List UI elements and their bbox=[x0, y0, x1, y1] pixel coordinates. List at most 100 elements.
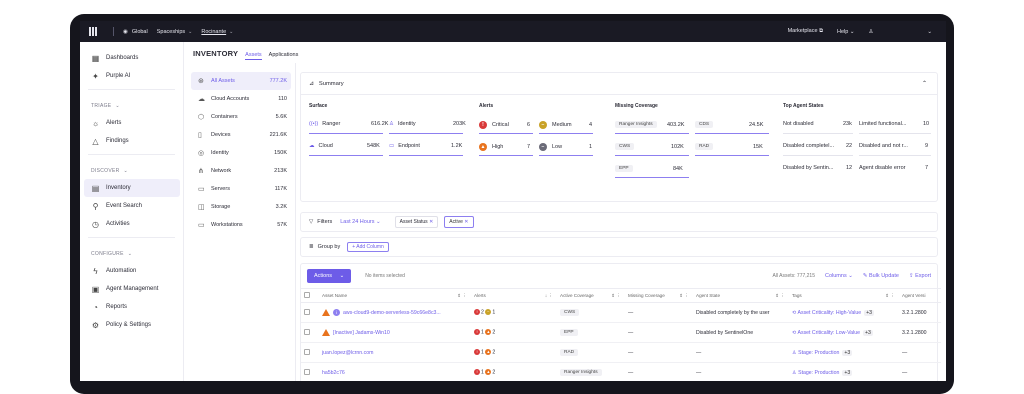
warning-icon bbox=[322, 309, 330, 316]
nav-inventory[interactable]: ▤ Inventory bbox=[84, 179, 180, 197]
nav-alerts[interactable]: ☼ Alerts bbox=[80, 114, 183, 132]
col-agent-version[interactable]: Agent Versi bbox=[899, 288, 941, 303]
user-icon[interactable]: ♙ bbox=[868, 29, 873, 35]
filter-chip-asset-status[interactable]: Asset Status ✕ bbox=[394, 216, 439, 228]
row-checkbox[interactable] bbox=[304, 328, 310, 335]
section-triage[interactable]: TRIAGE bbox=[80, 98, 183, 114]
surface-ranger[interactable]: ((•)) Ranger 616.2K bbox=[309, 121, 388, 127]
row-checkbox[interactable] bbox=[304, 348, 310, 355]
row-checkbox[interactable] bbox=[304, 308, 310, 315]
help-menu[interactable]: Help ⌄ bbox=[837, 29, 854, 35]
tab-assets[interactable]: Assets bbox=[245, 52, 262, 60]
close-icon[interactable]: ✕ bbox=[464, 219, 468, 225]
select-all-checkbox[interactable] bbox=[301, 288, 319, 303]
asset-category-containers[interactable]: ⬡ Containers 5.6K bbox=[191, 108, 291, 126]
nav-automation[interactable]: ϟ Automation bbox=[80, 262, 183, 280]
missing-cws[interactable]: CWS 102K bbox=[615, 143, 684, 150]
nav-dashboards[interactable]: ▦ Dashboards bbox=[80, 49, 183, 67]
asset-category-cloud-accounts[interactable]: ☁ Cloud Accounts 110 bbox=[191, 90, 291, 108]
chevron-down-icon[interactable]: ⌄ bbox=[927, 29, 932, 35]
table-row[interactable]: ha5b2c76 ! 1 ▲ 2 Ranger Insights — — ♙ Sta… bbox=[301, 362, 941, 381]
agent-state-not-disabled[interactable]: Not disabled 23k bbox=[783, 121, 852, 127]
nav-policy-settings[interactable]: ⚙ Policy & Settings bbox=[80, 316, 183, 334]
asset-category-devices[interactable]: ▯ Devices 221.6K bbox=[191, 126, 291, 144]
warning-icon bbox=[322, 329, 330, 336]
row-checkbox[interactable] bbox=[304, 368, 310, 375]
table-row[interactable]: [Inactive] Jadams-Win10 ! 1 ▲ 2 EPP — Disa… bbox=[301, 322, 941, 343]
missing-cds[interactable]: CDS 24.5K bbox=[695, 121, 763, 128]
add-column-button[interactable]: + Add Column bbox=[347, 242, 389, 252]
asset-category-servers[interactable]: ▭ Servers 117K bbox=[191, 180, 291, 198]
missing-ranger-insights[interactable]: Ranger Insights 403.2K bbox=[615, 121, 684, 128]
agent-state-disabled-completely[interactable]: Disabled completel... 22 bbox=[783, 143, 852, 149]
col-asset-name[interactable]: Asset Name ⇕ ⋮ bbox=[319, 288, 471, 303]
nav-reports[interactable]: ◔ Reports bbox=[80, 298, 183, 316]
asset-category-identity[interactable]: ◎ Identity 150K bbox=[191, 144, 291, 162]
agent-state-limited[interactable]: Limited functional... 10 bbox=[859, 121, 929, 127]
divider bbox=[389, 155, 463, 156]
scope-rocinante[interactable]: Rocinante ⌄ bbox=[201, 29, 233, 35]
alert-icon: ☼ bbox=[91, 118, 100, 128]
agent-state-disable-error[interactable]: Agent disable error 7 bbox=[859, 165, 928, 171]
summary-header[interactable]: ⊿ Summary ⌃ bbox=[301, 73, 937, 95]
surface-identity[interactable]: ♙ Identity 203K bbox=[389, 121, 466, 127]
missing-epp[interactable]: EPP 84K bbox=[615, 165, 683, 172]
divider bbox=[615, 133, 689, 134]
col-alerts[interactable]: Alerts ↓ ⋮ bbox=[471, 288, 557, 303]
nav-activities[interactable]: ◷ Activities bbox=[80, 215, 183, 233]
asset-name-link[interactable]: ha5b2c76 bbox=[322, 370, 345, 376]
asset-name-link[interactable]: [Inactive] Jadams-Win10 bbox=[333, 330, 390, 336]
col-tags[interactable]: Tags ⇕ ⋮ bbox=[789, 288, 899, 303]
chevron-up-icon[interactable]: ⌃ bbox=[922, 80, 927, 87]
agent-states-section: Top Agent States bbox=[783, 103, 824, 109]
divider bbox=[539, 133, 593, 134]
alerts-high[interactable]: ▲ High 7 bbox=[479, 143, 530, 151]
table-row[interactable]: juan.lopez@lcrnn.com ! 1 ▲ 2 RAD — — ♙ Sta… bbox=[301, 342, 941, 363]
marketplace-link[interactable]: Marketplace ⧉ bbox=[788, 28, 823, 35]
asset-name-link[interactable]: aws-cloud9-demo-serverless-59c66e8c3... bbox=[343, 310, 441, 316]
table-toolbar: Actions ⌄ No items selected All Assets: … bbox=[301, 264, 937, 288]
chevron-down-icon: ⌄ bbox=[849, 28, 855, 35]
section-discover[interactable]: DISCOVER bbox=[80, 163, 183, 179]
col-agent-state[interactable]: Agent State ⇕ ⋮ bbox=[693, 288, 789, 303]
col-missing-coverage[interactable]: Missing Coverage ⇕ ⋮ bbox=[625, 288, 693, 303]
export-button[interactable]: ⇪ Export bbox=[909, 273, 931, 279]
nav-findings[interactable]: △ Findings bbox=[80, 132, 183, 150]
scope-global[interactable]: ◉ Global bbox=[123, 29, 148, 35]
columns-button[interactable]: Columns ⌄ bbox=[825, 273, 853, 279]
divider bbox=[295, 63, 296, 381]
missing-rad[interactable]: RAD 15K bbox=[695, 143, 763, 150]
asset-name-link[interactable]: juan.lopez@lcrnn.com bbox=[322, 350, 373, 356]
surface-cloud[interactable]: ☁ Cloud 548K bbox=[309, 143, 380, 149]
bulk-update-button[interactable]: ✎ Bulk Update bbox=[863, 273, 899, 279]
table-row[interactable]: i aws-cloud9-demo-serverless-59c66e8c3...… bbox=[301, 302, 941, 323]
agent-state-disabled-not-r[interactable]: Disabled and not r... 9 bbox=[859, 143, 928, 149]
divider bbox=[783, 133, 853, 134]
high-icon: ▲ bbox=[485, 329, 492, 336]
alerts-medium[interactable]: − Medium 4 bbox=[539, 121, 592, 129]
asset-category-storage[interactable]: ◫ Storage 3.2K bbox=[191, 198, 291, 216]
actions-button[interactable]: Actions ⌄ bbox=[307, 269, 352, 283]
tab-applications[interactable]: Applications bbox=[269, 52, 299, 58]
alerts-low[interactable]: − Low 1 bbox=[539, 143, 592, 151]
nav-event-search[interactable]: ⚲ Event Search bbox=[80, 197, 183, 215]
section-configure[interactable]: CONFIGURE bbox=[80, 246, 183, 262]
surface-endpoint[interactable]: ▭ Endpoint 1.2K bbox=[389, 143, 462, 149]
agent-state-disabled-by-sentinel[interactable]: Disabled by Sentin... 12 bbox=[783, 165, 852, 171]
alerts-critical[interactable]: ! Critical 6 bbox=[479, 121, 530, 129]
col-active-coverage[interactable]: Active Coverage ⇕ ⋮ bbox=[557, 288, 625, 303]
asset-category-all[interactable]: ⊛ All Assets 777.2K bbox=[191, 72, 291, 90]
tag-icon: ⟲ bbox=[792, 309, 797, 316]
filter-chip-active[interactable]: Active ✕ bbox=[444, 216, 474, 228]
asset-category-network[interactable]: ⋔ Network 213K bbox=[191, 162, 291, 180]
nav-agent-management[interactable]: ▣ Agent Management bbox=[80, 280, 183, 298]
time-range-select[interactable]: Last 24 Hours ⌄ bbox=[340, 219, 380, 225]
asset-category-workstations[interactable]: ▭ Workstations 57K bbox=[191, 216, 291, 234]
nav-purple-ai[interactable]: ✦ Purple AI bbox=[80, 67, 183, 85]
server-icon: ▭ bbox=[198, 186, 205, 193]
identity-icon: ◎ bbox=[198, 150, 205, 157]
missing-coverage-section: Missing Coverage bbox=[615, 103, 658, 109]
close-icon[interactable]: ✕ bbox=[429, 219, 433, 225]
scope-spaceships[interactable]: Spaceships ⌄ bbox=[157, 29, 193, 35]
filter-icon: ▽ bbox=[309, 219, 314, 225]
